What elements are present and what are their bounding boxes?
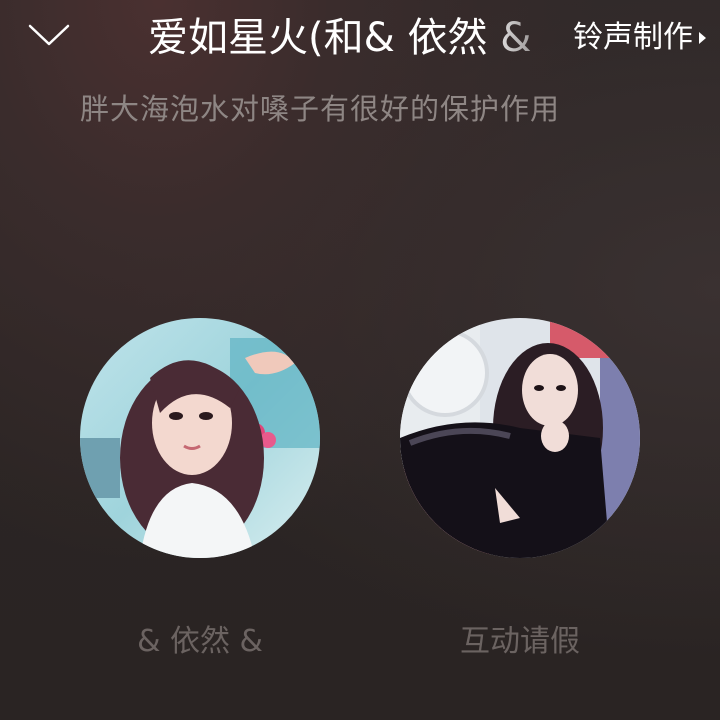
ringtone-maker-link[interactable]: 铃声制作 — [573, 18, 706, 58]
arrow-right-icon — [699, 32, 706, 44]
singer-portrait-image — [400, 318, 640, 558]
singer-name-left[interactable]: & 依然 & — [80, 620, 320, 664]
song-title: 爱如星火(和& 依然 & — [148, 15, 532, 61]
singer-portrait-image — [80, 318, 320, 558]
top-bar: 爱如星火(和& 依然 & 铃声制作 — [0, 0, 720, 80]
singer-avatar-left[interactable] — [80, 318, 320, 558]
chevron-down-icon — [28, 24, 70, 46]
song-subtitle: 胖大海泡水对嗓子有很好的保护作用 — [80, 92, 561, 126]
collapse-button[interactable] — [26, 14, 72, 54]
ringtone-maker-label: 铃声制作 — [573, 20, 693, 55]
singer-name-right[interactable]: 互动请假 — [400, 620, 640, 664]
singer-avatar-right[interactable] — [400, 318, 640, 558]
